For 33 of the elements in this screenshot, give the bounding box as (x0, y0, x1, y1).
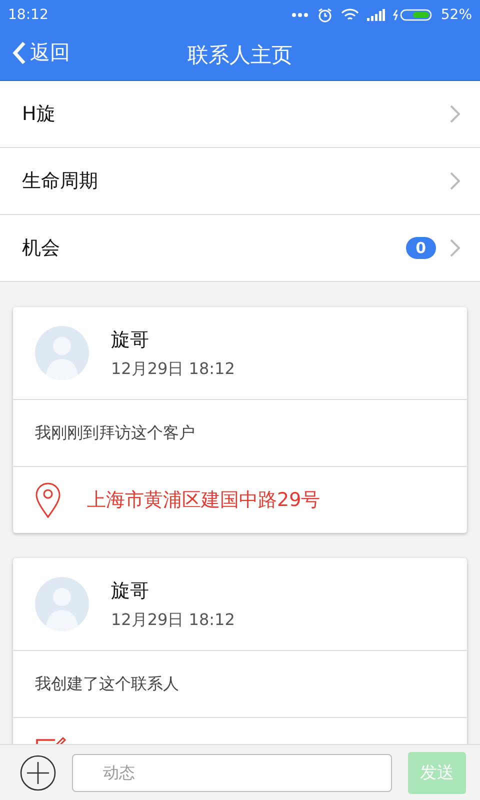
menu-label: H旋 (22, 102, 56, 127)
location-pin-icon (35, 482, 61, 518)
signal-icon (366, 9, 385, 21)
plus-circle-icon (20, 754, 56, 790)
author-name: 旋哥 (111, 328, 150, 352)
menu-label: 机会 (22, 236, 61, 261)
post-input[interactable]: 动态 (72, 754, 392, 792)
more-icon (290, 12, 309, 18)
post-text: 我刚刚到拜访这个客户 (13, 400, 467, 467)
count-badge: 0 (406, 237, 436, 259)
menu-item[interactable]: H旋 (0, 81, 480, 148)
post-time: 12月29日 18:12 (111, 610, 235, 630)
post-text: 我创建了这个联系人 (13, 651, 467, 718)
menu-label: 生命周期 (22, 169, 99, 194)
page-title: 联系人主页 (188, 42, 292, 69)
chevron-left-icon (12, 40, 26, 64)
post-time: 12月29日 18:12 (111, 358, 235, 380)
battery-icon (392, 9, 433, 21)
location-link[interactable]: 上海市黄浦区建国中路29号 (87, 487, 320, 513)
menu-item[interactable]: 生命周期 (0, 148, 480, 215)
add-button[interactable] (20, 754, 56, 790)
chevron-right-icon (450, 239, 460, 257)
battery-percent: 52% (440, 7, 472, 23)
wifi-icon (340, 8, 359, 22)
avatar-icon (35, 326, 89, 380)
status-time: 18:12 (8, 7, 48, 23)
menu-item[interactable]: 机会 0 (0, 215, 480, 282)
chevron-right-icon (450, 105, 460, 123)
author-name: 旋哥 (111, 578, 150, 604)
alarm-icon (316, 7, 333, 23)
chevron-right-icon (450, 172, 460, 190)
back-button[interactable]: 返回 (12, 39, 70, 66)
avatar-icon (35, 577, 89, 631)
